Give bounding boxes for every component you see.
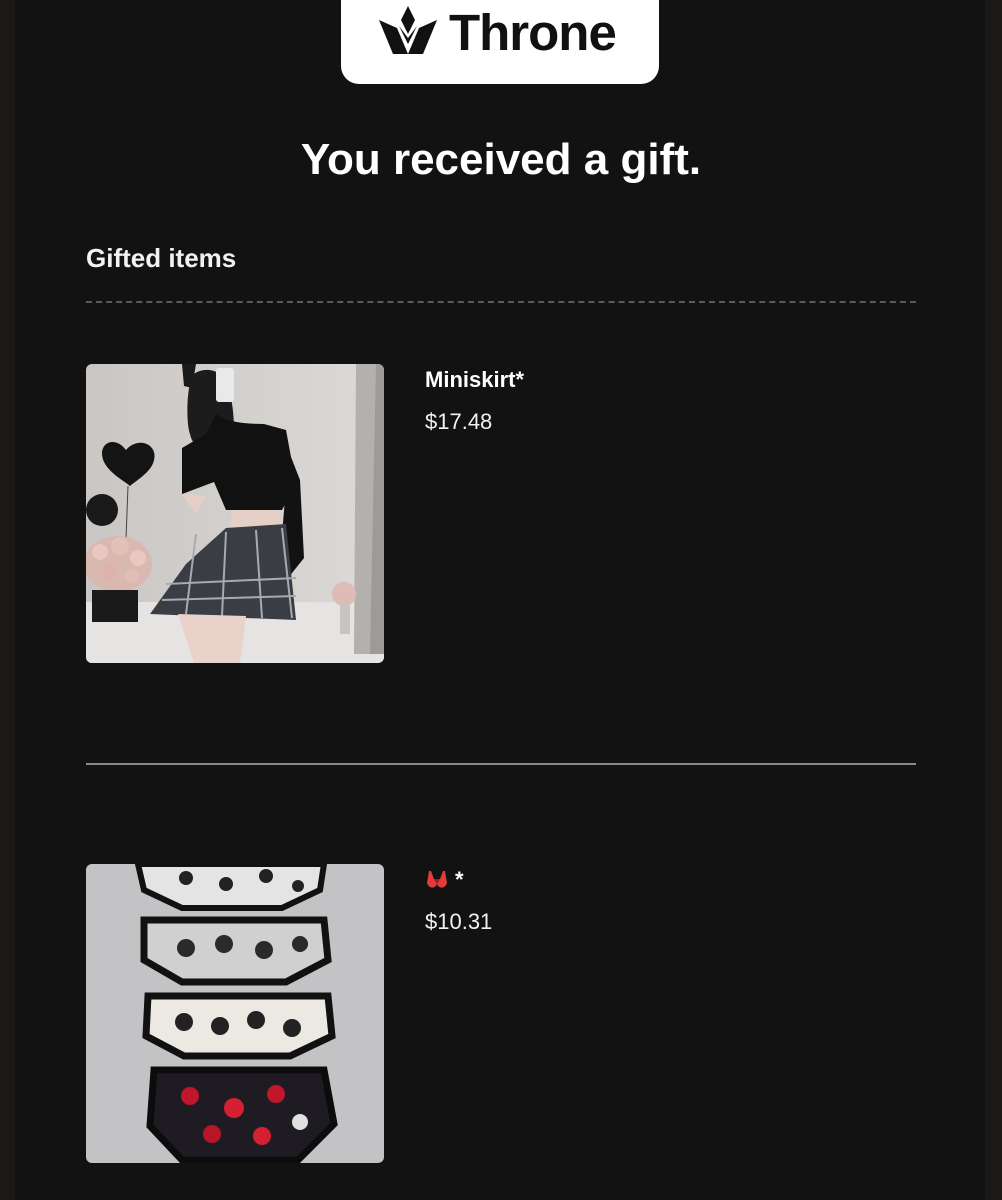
email-headline: You received a gift. bbox=[300, 135, 702, 184]
gifted-items-heading: Gifted items bbox=[86, 243, 237, 273]
dashed-divider bbox=[86, 301, 916, 303]
item-divider bbox=[86, 763, 916, 765]
product-name: Miniskirt* bbox=[425, 367, 525, 392]
brand-logo[interactable]: Throne bbox=[341, 0, 659, 84]
product-price: $10.31 bbox=[425, 909, 493, 934]
product-price: $17.48 bbox=[425, 409, 493, 434]
brand-name: Throne bbox=[449, 4, 617, 61]
product-photo-miniskirt-icon bbox=[86, 364, 384, 663]
crown-logo-icon bbox=[379, 6, 437, 54]
product-photo-underwear-icon bbox=[86, 864, 384, 1163]
product-image-miniskirt[interactable] bbox=[86, 364, 384, 663]
bra-emoji-icon bbox=[427, 871, 447, 888]
product-image-underwear[interactable] bbox=[86, 864, 384, 1163]
product-name: * bbox=[425, 866, 464, 894]
product-name-text: * bbox=[455, 867, 464, 892]
